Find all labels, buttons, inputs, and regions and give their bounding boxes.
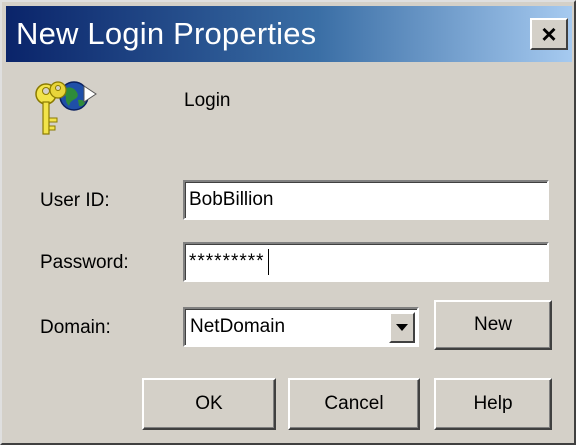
chevron-down-icon [396,324,408,331]
cancel-button[interactable]: Cancel [288,378,420,430]
domain-label: Domain: [40,317,111,338]
ok-button[interactable]: OK [142,378,276,430]
password-field[interactable]: ********* [183,242,549,282]
domain-select[interactable]: NetDomain [183,307,419,347]
user-id-label: User ID: [40,190,110,211]
help-button[interactable]: Help [434,378,552,430]
password-label: Password: [40,252,129,273]
dropdown-button[interactable] [389,312,415,343]
cancel-button-label: Cancel [324,393,384,414]
user-id-field[interactable]: BobBillion [183,180,549,220]
close-icon: × [541,19,557,49]
domain-selected-value: NetDomain [190,316,286,337]
title-bar[interactable]: New Login Properties × [6,6,572,62]
new-button-label: New [473,314,512,335]
section-label: Login [184,90,231,111]
new-domain-button[interactable]: New [434,300,552,350]
text-caret [267,249,269,275]
close-button[interactable]: × [530,18,568,50]
window-title: New Login Properties [16,16,317,51]
keys-globe-icon [35,81,97,135]
login-properties-dialog: New Login Properties × Login User ID: Bo… [0,0,576,445]
password-value: ********* [189,251,265,272]
ok-button-label: OK [195,393,223,414]
help-button-label: Help [473,393,513,414]
user-id-value: BobBillion [189,189,274,210]
